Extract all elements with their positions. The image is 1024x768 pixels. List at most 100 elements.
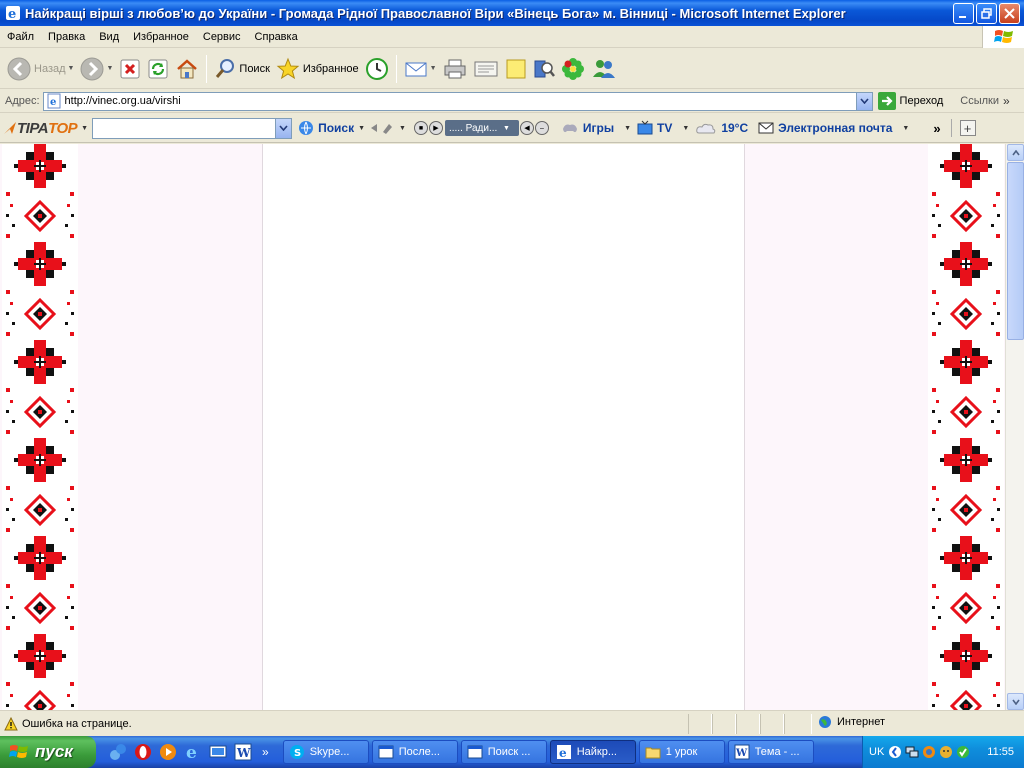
word-icon[interactable]: W (233, 742, 253, 762)
radio-player: ■ ▶ ..... Ради... ▼ ◀ – (413, 120, 549, 136)
status-bar: Ошибка на странице. Интернет (0, 710, 1024, 736)
games-button[interactable]: Игры (561, 121, 614, 135)
address-dropdown-button[interactable] (855, 92, 872, 110)
menu-tools[interactable]: Сервис (196, 31, 248, 43)
menu-file[interactable]: Файл (0, 31, 41, 43)
window-icon (378, 745, 394, 759)
taskbar-item-skype[interactable]: S Skype... (282, 740, 369, 764)
volume-down-icon[interactable]: ◀ (519, 121, 534, 135)
svg-text:e: e (559, 746, 567, 760)
play-icon[interactable]: ▶ (428, 121, 443, 135)
taskbar-item-ie-active[interactable]: e Найкр... (549, 740, 636, 764)
network-tray-icon[interactable] (905, 745, 919, 759)
add-icon[interactable]: + (959, 120, 976, 136)
tiptop-search-button[interactable]: Поиск (298, 120, 354, 136)
menu-edit[interactable]: Правка (41, 31, 92, 43)
scrollbar-thumb[interactable] (1007, 162, 1024, 340)
restore-button[interactable] (976, 2, 997, 24)
print-button[interactable] (440, 52, 470, 86)
chevron-down-icon (859, 98, 869, 104)
main-column (263, 144, 744, 710)
go-arrow-icon (877, 92, 896, 110)
chat-tray-icon[interactable] (939, 745, 953, 759)
back-button[interactable]: Назад ▼ (4, 52, 77, 86)
chevron-down-icon[interactable]: ▼ (358, 125, 365, 132)
back-label: Назад (34, 62, 66, 75)
history-button[interactable] (362, 52, 392, 86)
taskbar-item-search[interactable]: Поиск ... (460, 740, 547, 764)
menu-favorites[interactable]: Избранное (126, 31, 196, 43)
chevron-down-icon[interactable]: ▼ (399, 125, 406, 132)
weather-button[interactable]: 19°C (695, 121, 748, 135)
mail-button[interactable]: ▼ (401, 52, 440, 86)
tiptop-search-dropdown[interactable] (275, 118, 292, 138)
edit-button[interactable] (470, 52, 502, 86)
chevron-down-icon[interactable]: ▼ (430, 65, 437, 72)
more-chevron[interactable]: » (933, 121, 940, 136)
chevron-down-icon[interactable]: ▼ (106, 65, 113, 72)
taskbar-item-label: 1 урок (665, 746, 698, 758)
search-button[interactable]: Поиск (211, 52, 272, 86)
language-indicator[interactable]: UK (869, 746, 884, 758)
restore-icon (981, 7, 992, 19)
status-segment (784, 714, 812, 734)
favorites-button[interactable]: Избранное (273, 52, 362, 86)
chevron-down-icon[interactable]: ▼ (624, 125, 631, 132)
close-button[interactable] (999, 2, 1020, 24)
tiptop-logo[interactable]: TIPA TOP (3, 120, 78, 137)
forward-button[interactable]: ▼ (77, 52, 116, 86)
start-button[interactable]: пуск (0, 736, 96, 768)
scroll-down-button[interactable] (1007, 693, 1024, 710)
tiptop-search-input[interactable] (92, 117, 293, 139)
taskbar-item-post[interactable]: После... (371, 740, 458, 764)
links-label[interactable]: Ссылки (960, 95, 999, 107)
tiptop-search-label: Поиск (318, 121, 355, 135)
stop-button[interactable] (116, 52, 144, 86)
network-icon[interactable] (108, 742, 128, 762)
address-input[interactable]: e http://vinec.org.ua/virshi (42, 91, 873, 111)
home-button[interactable] (172, 52, 202, 86)
messenger-icon (592, 59, 615, 78)
opera-icon[interactable] (133, 742, 153, 762)
volume-up-icon[interactable]: – (534, 121, 549, 135)
minimize-button[interactable] (953, 2, 974, 24)
menu-view[interactable]: Вид (92, 31, 126, 43)
messenger-button[interactable] (588, 52, 620, 86)
chevron-right-icon[interactable]: » (1003, 94, 1010, 108)
chevron-down-icon[interactable]: ▼ (68, 65, 75, 72)
email-button[interactable]: Электронная почта (758, 121, 892, 135)
title-bar[interactable]: e Найкращі вірші з любов’ю до України - … (0, 0, 1024, 26)
quick-launch-more[interactable]: » (262, 745, 269, 759)
security-zone[interactable]: Интернет (818, 715, 885, 729)
search-label: Поиск (239, 62, 270, 75)
discuss-button[interactable] (502, 52, 530, 86)
tv-button[interactable]: TV (637, 120, 672, 136)
chevron-down-icon[interactable]: ▼ (81, 125, 88, 132)
menu-help[interactable]: Справка (248, 31, 305, 43)
tray-arrow-icon[interactable] (888, 745, 902, 759)
security-tray-icon[interactable] (956, 745, 970, 759)
chevron-down-icon[interactable]: ▼ (902, 125, 909, 132)
clock: 11:55 (987, 746, 1014, 758)
star-icon (276, 57, 300, 79)
scroll-up-button[interactable] (1007, 144, 1024, 161)
menu-bar: Файл Правка Вид Избранное Сервис Справка (0, 26, 1024, 48)
highlighter-icon[interactable] (369, 121, 395, 135)
desktop-icon[interactable] (208, 742, 228, 762)
go-button[interactable]: Переход (877, 92, 947, 110)
chevron-down-icon[interactable]: ▼ (503, 125, 510, 132)
status-segment (688, 714, 712, 734)
status-error[interactable]: Ошибка на странице. (4, 716, 132, 731)
refresh-button[interactable] (144, 52, 172, 86)
embroidery-ornament-right (928, 144, 1004, 710)
research-button[interactable] (530, 52, 558, 86)
vertical-scrollbar[interactable] (1005, 144, 1024, 710)
media-player-icon[interactable] (158, 742, 178, 762)
taskbar-item-folder[interactable]: 1 урок (638, 740, 725, 764)
ie-icon[interactable]: e (183, 742, 203, 762)
taskbar-item-word[interactable]: W Тема - ... (727, 740, 814, 764)
stop-icon[interactable]: ■ (413, 121, 428, 135)
icq-button[interactable] (558, 52, 588, 86)
chevron-down-icon[interactable]: ▼ (682, 125, 689, 132)
firefox-tray-icon[interactable] (922, 745, 936, 759)
